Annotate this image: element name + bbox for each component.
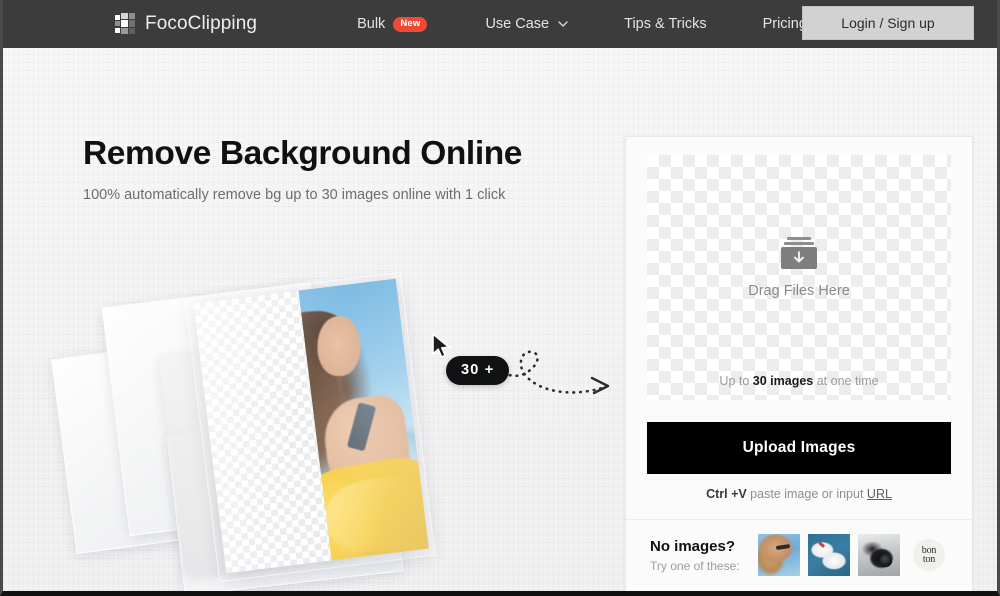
page-title: Remove Background Online <box>83 135 523 172</box>
chevron-down-icon <box>558 21 568 27</box>
mouse-cursor-icon <box>431 333 453 361</box>
nav-item-tips-tricks[interactable]: Tips & Tricks <box>624 16 706 32</box>
sample-thumbnails: bon ton <box>758 534 950 576</box>
nav-item-pricing[interactable]: Pricing <box>763 16 807 32</box>
site-logo[interactable]: FocoClipping <box>115 13 257 35</box>
top-navigation-bar: FocoClipping Bulk New Use Case Tips & Tr… <box>3 0 997 48</box>
login-signup-label: Login / Sign up <box>841 15 935 31</box>
limit-prefix: Up to <box>719 374 753 388</box>
paste-shortcut: Ctrl +V <box>706 487 747 501</box>
sample-photo-card <box>193 278 429 574</box>
nav-item-tips-tricks-label: Tips & Tricks <box>624 16 707 32</box>
page-body: Remove Background Online 100% automatica… <box>3 48 997 591</box>
bon-ton-text: bon ton <box>922 546 937 565</box>
nav-item-use-case[interactable]: Use Case <box>485 16 568 32</box>
hero-text-block: Remove Background Online 100% automatica… <box>83 135 523 203</box>
upload-images-label: Upload Images <box>742 439 856 456</box>
bon-ton-line2: ton <box>922 554 936 565</box>
dropzone-label: Drag Files Here <box>748 283 850 299</box>
fococlipping-logo-icon <box>115 13 135 35</box>
dropzone-limit-text: Up to 30 images at one time <box>647 374 951 388</box>
paste-hint: Ctrl +V paste image or input URL <box>626 487 972 501</box>
sample-thumbnail-woman-sunglasses-sky[interactable] <box>758 534 800 576</box>
nav-item-bulk-label: Bulk <box>357 16 386 32</box>
sample-text-block: No images? Try one of these: <box>650 538 758 573</box>
new-badge: New <box>393 16 428 32</box>
input-url-link[interactable]: URL <box>867 487 892 501</box>
limit-count: 30 images <box>752 374 814 388</box>
nav-item-bulk[interactable]: Bulk New <box>357 16 428 32</box>
limit-suffix: at one time <box>813 374 879 388</box>
image-count-badge: 30 + <box>446 356 510 385</box>
upload-tray-icon <box>780 237 818 269</box>
logo-text: FocoClipping <box>145 13 258 34</box>
dropzone-center: Drag Files Here <box>647 237 951 299</box>
sample-subtitle: Try one of these: <box>650 558 740 573</box>
nav-links: Bulk New Use Case Tips & Tricks Pricing <box>357 16 807 32</box>
nav-item-pricing-label: Pricing <box>762 16 807 32</box>
sample-title: No images? <box>650 537 736 555</box>
nav-item-use-case-label: Use Case <box>485 16 550 32</box>
paste-hint-text: paste image or input <box>746 487 867 501</box>
hero-illustration <box>51 228 533 591</box>
sample-thumbnail-bon-ton-logo[interactable]: bon ton <box>908 534 950 576</box>
upload-images-button[interactable]: Upload Images <box>647 422 951 474</box>
sample-thumbnail-white-sneakers-blue[interactable] <box>808 534 850 576</box>
sample-thumbnail-dslr-camera-bw[interactable] <box>858 534 900 576</box>
login-signup-button[interactable]: Login / Sign up <box>802 6 974 40</box>
page-subtitle: 100% automatically remove bg up to 30 im… <box>83 186 506 203</box>
upload-panel: Drag Files Here Up to 30 images at one t… <box>625 136 973 591</box>
file-dropzone[interactable]: Drag Files Here Up to 30 images at one t… <box>647 155 951 400</box>
sample-images-section: No images? Try one of these: bon ton <box>626 520 972 591</box>
browser-page: FocoClipping Bulk New Use Case Tips & Tr… <box>0 0 1000 596</box>
